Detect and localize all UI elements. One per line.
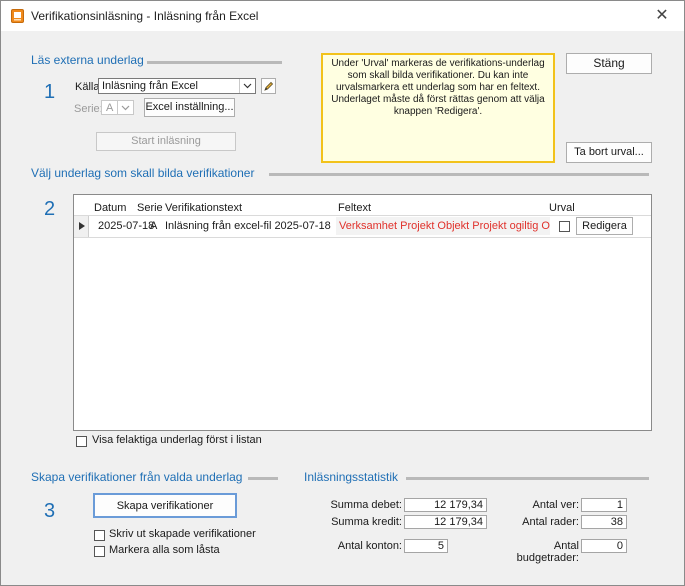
cell-serie: A bbox=[150, 220, 158, 232]
excel-settings-button[interactable]: Excel inställning... bbox=[144, 98, 235, 117]
table-row[interactable]: 2025-07-18 A Inläsning från excel-fil 20… bbox=[74, 215, 651, 238]
section-3-heading: Skapa verifikationer från valda underlag bbox=[31, 470, 243, 484]
sum-credit-label: Summa kredit: bbox=[331, 516, 402, 528]
col-text-header: Verifikationstext bbox=[165, 202, 243, 214]
window-title: Verifikationsinläsning - Inläsning från … bbox=[31, 9, 259, 23]
row-selector[interactable] bbox=[74, 216, 89, 237]
title-bar: Verifikationsinläsning - Inläsning från … bbox=[1, 1, 684, 31]
cell-date: 2025-07-18 bbox=[98, 220, 155, 232]
serie-select-value: A bbox=[106, 102, 114, 114]
vouchers-table[interactable]: Datum Serie Verifikationstext Feltext Ur… bbox=[73, 194, 652, 431]
app-icon bbox=[11, 9, 24, 23]
remove-selection-button[interactable]: Ta bort urval... bbox=[566, 142, 652, 163]
step-number-2: 2 bbox=[44, 198, 56, 220]
col-date-header: Datum bbox=[94, 202, 127, 214]
cell-error-bg: Verksamhet Projekt Objekt Projekt ogilti… bbox=[336, 217, 550, 235]
start-import-button[interactable]: Start inläsning bbox=[96, 132, 236, 151]
section-1-heading: Läs externa underlag bbox=[31, 53, 144, 67]
sum-debit-field: 12 179,34 bbox=[404, 498, 487, 512]
close-icon[interactable]: ✕ bbox=[652, 7, 672, 25]
rows-count-field: 38 bbox=[581, 515, 627, 529]
sum-credit-field: 12 179,34 bbox=[404, 515, 487, 529]
section-2-divider bbox=[269, 173, 649, 176]
section-2-heading: Välj underlag som skall bilda verifikati… bbox=[31, 166, 255, 180]
cell-text: Inläsning från excel-fil 2025-07-18 bbox=[165, 220, 331, 232]
source-select[interactable]: Inläsning från Excel bbox=[98, 78, 256, 94]
col-error-header: Feltext bbox=[338, 202, 372, 214]
stats-heading: Inläsningsstatistik bbox=[304, 470, 399, 484]
chevron-down-icon bbox=[117, 101, 133, 114]
show-invalid-first-checkbox[interactable] bbox=[76, 436, 87, 447]
rows-count-label: Antal rader: bbox=[522, 516, 579, 528]
row-pointer-icon bbox=[79, 222, 85, 230]
step-number-3: 3 bbox=[44, 500, 56, 522]
accounts-label: Antal konton: bbox=[337, 540, 402, 552]
serie-select[interactable]: A bbox=[101, 100, 134, 115]
vouchers-count-label: Antal ver: bbox=[532, 499, 579, 511]
show-invalid-first-label: Visa felaktiga underlag först i listan bbox=[92, 434, 262, 446]
create-vouchers-button[interactable]: Skapa verifikationer bbox=[93, 493, 237, 518]
select-checkbox[interactable] bbox=[559, 221, 570, 232]
pencil-icon bbox=[264, 81, 274, 91]
info-box: Under 'Urval' markeras de verifikations-… bbox=[321, 53, 555, 163]
stats-divider bbox=[406, 477, 649, 480]
step-number-1: 1 bbox=[44, 81, 56, 103]
print-vouchers-checkbox[interactable] bbox=[94, 530, 105, 541]
chevron-down-icon bbox=[239, 79, 255, 93]
sum-debit-label: Summa debet: bbox=[330, 499, 402, 511]
edit-source-button[interactable] bbox=[261, 78, 276, 94]
print-vouchers-label: Skriv ut skapade verifikationer bbox=[109, 528, 256, 540]
mark-locked-checkbox[interactable] bbox=[94, 546, 105, 557]
budget-rows-field: 0 bbox=[581, 539, 627, 553]
vouchers-count-field: 1 bbox=[581, 498, 627, 512]
budget-rows-label: Antal budgetrader: bbox=[516, 540, 579, 564]
close-button[interactable]: Stäng bbox=[566, 53, 652, 74]
dialog-window: Verifikationsinläsning - Inläsning från … bbox=[0, 0, 685, 586]
col-select-header: Urval bbox=[549, 202, 575, 214]
section-1-divider bbox=[147, 61, 282, 64]
edit-button[interactable]: Redigera bbox=[576, 217, 633, 235]
mark-locked-label: Markera alla som låsta bbox=[109, 544, 220, 556]
serie-label: Serie: bbox=[74, 103, 103, 115]
section-3-divider bbox=[248, 477, 278, 480]
col-serie-header: Serie bbox=[137, 202, 163, 214]
accounts-field: 5 bbox=[404, 539, 448, 553]
source-select-value: Inläsning från Excel bbox=[102, 80, 198, 92]
cell-error: Verksamhet Projekt Objekt Projekt ogilti… bbox=[339, 220, 550, 232]
